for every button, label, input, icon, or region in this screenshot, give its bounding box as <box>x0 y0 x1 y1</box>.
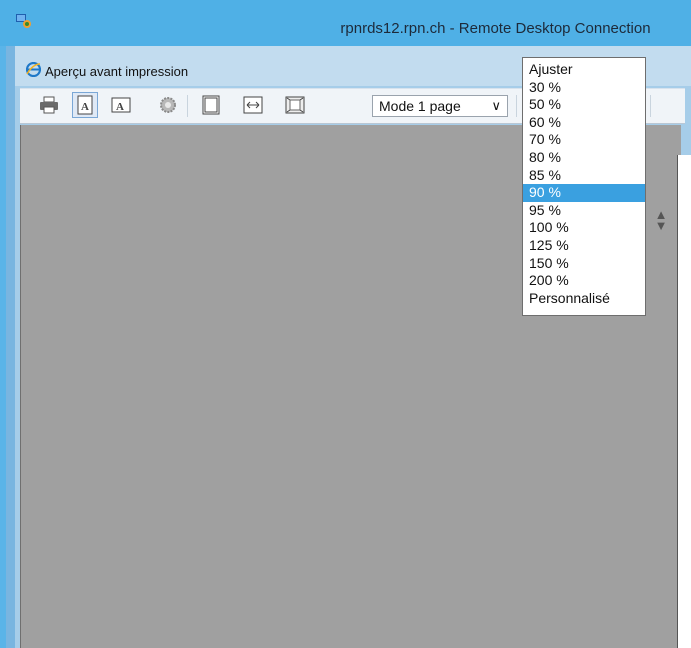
zoom-option[interactable]: 95 % <box>523 202 645 220</box>
page-setup-gear-icon <box>160 97 176 113</box>
portrait-icon: A <box>77 95 93 115</box>
page-setup-button[interactable] <box>155 92 181 118</box>
zoom-option[interactable]: Personnalisé <box>523 290 645 308</box>
toolbar-separator <box>187 95 188 117</box>
landscape-button[interactable]: A <box>108 92 134 118</box>
print-icon <box>40 96 58 114</box>
svg-text:A: A <box>81 101 89 113</box>
chevron-down-icon: ∨ <box>491 98 501 113</box>
zoom-option[interactable]: 90 % <box>523 184 645 202</box>
zoom-option[interactable]: 200 % <box>523 272 645 290</box>
full-page-button[interactable] <box>198 92 224 118</box>
page-width-button[interactable] <box>240 92 266 118</box>
zoom-option[interactable]: 125 % <box>523 237 645 255</box>
print-button[interactable] <box>36 92 62 118</box>
shrink-to-fit-button[interactable] <box>282 92 308 118</box>
zoom-option[interactable]: 85 % <box>523 167 645 185</box>
page-width-icon <box>243 96 263 114</box>
zoom-option[interactable]: 150 % <box>523 255 645 273</box>
preview-page <box>677 155 691 648</box>
window-frame <box>6 46 15 648</box>
zoom-option[interactable]: 70 % <box>523 131 645 149</box>
zoom-dropdown-list[interactable]: Ajuster 30 % 50 % 60 % 70 % 80 % 85 % 90 % 95 % 1… <box>522 57 646 316</box>
zoom-option[interactable]: 60 % <box>523 114 645 132</box>
toolbar-separator <box>516 95 517 117</box>
internet-explorer-icon <box>26 62 41 77</box>
rdp-window-title: rpnrds12.rpn.ch - Remote Desktop Connect… <box>340 20 651 37</box>
zoom-option[interactable]: 100 % <box>523 219 645 237</box>
portrait-button[interactable]: A <box>72 92 98 118</box>
rdp-titlebar[interactable]: rpnrds12.rpn.ch - Remote Desktop Connect… <box>0 0 691 46</box>
zoom-option[interactable]: 50 % <box>523 96 645 114</box>
resize-grip-icon[interactable]: ▲ ▼ <box>654 208 668 232</box>
full-page-icon <box>202 95 220 115</box>
toolbar-separator <box>650 95 651 117</box>
zoom-option[interactable]: Ajuster <box>523 61 645 79</box>
zoom-option[interactable]: 80 % <box>523 149 645 167</box>
zoom-option[interactable]: 30 % <box>523 79 645 97</box>
svg-text:A: A <box>116 101 124 113</box>
landscape-icon: A <box>111 97 131 113</box>
toolbar-right-area <box>644 88 685 124</box>
page-mode-value: Mode 1 page <box>379 98 461 114</box>
window-title: Aperçu avant impression <box>45 64 189 79</box>
page-mode-select[interactable]: Mode 1 page ∨ <box>372 95 508 117</box>
shrink-to-fit-icon <box>285 96 305 114</box>
